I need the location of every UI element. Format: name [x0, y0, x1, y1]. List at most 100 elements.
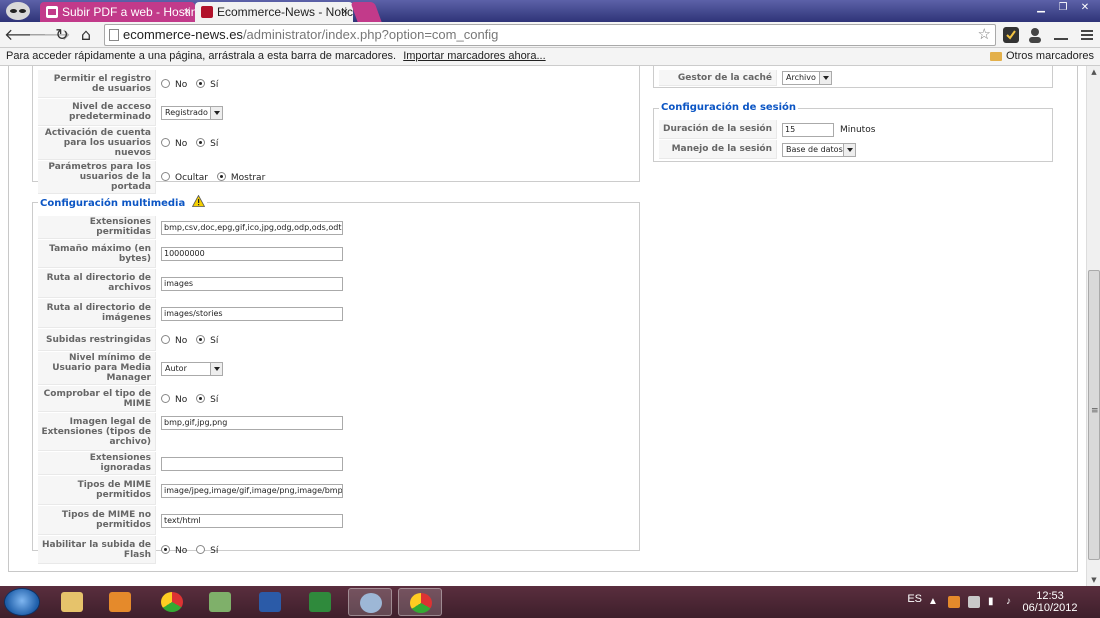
radio-no[interactable]: [161, 334, 170, 344]
form-row: Tipos de MIME permitidos image/jpeg,imag…: [38, 476, 354, 505]
field-label: Nivel de acceso predeterminado: [38, 99, 156, 126]
session-handler-select[interactable]: Base de datos: [782, 142, 856, 157]
form-row: Tamaño máximo (en bytes) 10000000: [38, 240, 354, 268]
taskbar-pen-tool[interactable]: [198, 588, 242, 616]
field-label: Imagen legal de Extensiones (tipos de ar…: [38, 413, 156, 451]
media-manager-level-select[interactable]: Autor: [161, 361, 223, 376]
language-indicator[interactable]: ES: [907, 593, 922, 605]
field-value: No Sí: [157, 70, 354, 98]
start-button[interactable]: [4, 588, 40, 616]
back-icon[interactable]: 🡐: [4, 25, 47, 45]
form-row: Ruta al directorio de imágenes images/st…: [38, 299, 354, 328]
taskbar-word[interactable]: [248, 588, 292, 616]
disallowed-mime-input[interactable]: text/html: [161, 513, 343, 528]
legal-extensions-input[interactable]: bmp,gif,jpg,png: [161, 416, 343, 430]
chrome-icon: [161, 592, 183, 612]
form-row: Ruta al directorio de archivos images: [38, 269, 354, 298]
radio-no[interactable]: [161, 393, 170, 403]
extension-icon[interactable]: [1002, 26, 1020, 44]
warning-icon: [191, 195, 205, 207]
reload-icon[interactable]: ↻: [52, 25, 72, 45]
field-label: Manejo de la sesión: [659, 140, 777, 159]
show-hidden-icons-icon[interactable]: ▲: [928, 596, 940, 608]
bookmark-star-icon[interactable]: ☆: [978, 25, 991, 45]
home-icon[interactable]: ⌂: [76, 25, 96, 45]
field-label: Tipos de MIME no permitidos: [38, 506, 156, 535]
clock[interactable]: 12:53 06/10/2012: [1020, 590, 1080, 614]
radio-si[interactable]: [196, 393, 206, 403]
cache-handler-select[interactable]: Archivo: [782, 71, 832, 85]
access-level-select[interactable]: Registrado: [161, 105, 223, 120]
files-path-input[interactable]: images: [161, 276, 343, 291]
ignored-extensions-input[interactable]: [161, 456, 343, 471]
clock-time: 12:53: [1036, 590, 1064, 602]
taskbar-media-player[interactable]: [98, 588, 142, 616]
scroll-up-icon[interactable]: ▲: [1087, 66, 1100, 78]
radio-si[interactable]: [196, 334, 206, 344]
radio-no[interactable]: [161, 78, 170, 88]
chevron-down-icon: [819, 72, 831, 84]
field-value: Registrado: [157, 99, 354, 126]
close-window-icon[interactable]: ✕: [1074, 0, 1096, 16]
radio-ocultar[interactable]: [161, 172, 170, 181]
alien-avatar-icon[interactable]: [6, 2, 30, 20]
close-tab-icon[interactable]: ×: [342, 2, 348, 22]
minimize-icon[interactable]: ▁: [1030, 0, 1052, 16]
form-row: Tipos de MIME no permitidos text/html: [38, 506, 354, 535]
volume-icon[interactable]: ♪: [1006, 596, 1018, 608]
scroll-thumb[interactable]: [1088, 270, 1100, 560]
session-legend: Configuración de sesión: [659, 101, 799, 115]
tray-app-icon[interactable]: [948, 596, 960, 608]
allowed-mime-input[interactable]: image/jpeg,image/gif,image/png,image/bmp…: [161, 483, 343, 498]
form-row: Subidas restringidas No Sí: [38, 329, 354, 351]
media-fieldset: Configuración multimedia Extensiones per…: [32, 195, 640, 564]
taskbar-excel[interactable]: [298, 588, 342, 616]
taskbar-mail[interactable]: [348, 588, 392, 616]
field-label: Extensiones permitidas: [38, 216, 156, 239]
restore-icon[interactable]: ❐: [1052, 0, 1074, 16]
taskbar-chrome-active[interactable]: [398, 588, 442, 616]
max-size-input[interactable]: 10000000: [161, 247, 343, 261]
radio-no[interactable]: [161, 544, 170, 554]
images-path-input[interactable]: images/stories: [161, 306, 343, 321]
bookmarks-prompt: Para acceder rápidamente a una página, a…: [6, 50, 397, 62]
session-lifetime-input[interactable]: 15: [782, 122, 834, 137]
address-bar[interactable]: ecommerce-news.es/administrator/index.ph…: [104, 24, 996, 46]
tab-subir-pdf[interactable]: Subir PDF a web - Hosting ×: [40, 2, 195, 22]
form-row: Extensiones permitidas bmp,csv,doc,epg,g…: [38, 216, 354, 239]
chevron-down-icon: [210, 106, 222, 119]
scroll-down-icon[interactable]: ▼: [1087, 574, 1100, 586]
radio-si[interactable]: [196, 544, 206, 554]
new-tab-button[interactable]: [350, 2, 382, 22]
field-label: Tipos de MIME permitidos: [38, 476, 156, 505]
tab-ecommerce-news[interactable]: Ecommerce-News - Notici ×: [195, 2, 353, 22]
wrench-menu-icon[interactable]: [1078, 26, 1096, 44]
form-row: Activación de cuenta para los usuarios n…: [38, 127, 354, 160]
field-label: Subidas restringidas: [38, 329, 156, 351]
excel-icon: [309, 592, 331, 612]
media-player-icon: [109, 592, 131, 612]
close-tab-icon[interactable]: ×: [184, 2, 190, 22]
radio-si[interactable]: [196, 138, 206, 147]
taskbar-explorer[interactable]: [50, 588, 94, 616]
import-bookmarks-link[interactable]: Importar marcadores ahora...: [403, 50, 545, 62]
page-viewport: Permitir el registro de usuarios No Sí N…: [0, 66, 1086, 586]
user-profile-icon[interactable]: [1026, 26, 1044, 44]
allowed-extensions-input[interactable]: bmp,csv,doc,epg,gif,ico,jpg,odg,odp,ods,…: [161, 220, 343, 235]
forward-icon[interactable]: 🡒: [28, 25, 71, 45]
url-host: ecommerce-news.es: [123, 27, 243, 42]
radio-no[interactable]: [161, 138, 170, 147]
radio-mostrar[interactable]: [216, 172, 226, 181]
radio-si[interactable]: [196, 78, 206, 88]
url-path: /administrator/index.php?option=com_conf…: [242, 27, 499, 42]
field-label: Ruta al directorio de archivos: [38, 269, 156, 298]
other-bookmarks-folder[interactable]: Otros marcadores: [989, 48, 1094, 65]
network-icon[interactable]: ▮: [988, 596, 1000, 608]
field-label: Habilitar la subida de Flash: [38, 536, 156, 564]
taskbar-chrome[interactable]: [150, 588, 194, 616]
form-row: Gestor de la caché Archivo: [659, 70, 857, 86]
app-menu-icon[interactable]: [1052, 26, 1070, 44]
tray-flag-icon[interactable]: [968, 596, 980, 608]
tab-title: Subir PDF a web - Hosting: [62, 5, 195, 19]
page-scrollbar[interactable]: ▲ ▼: [1086, 66, 1100, 586]
